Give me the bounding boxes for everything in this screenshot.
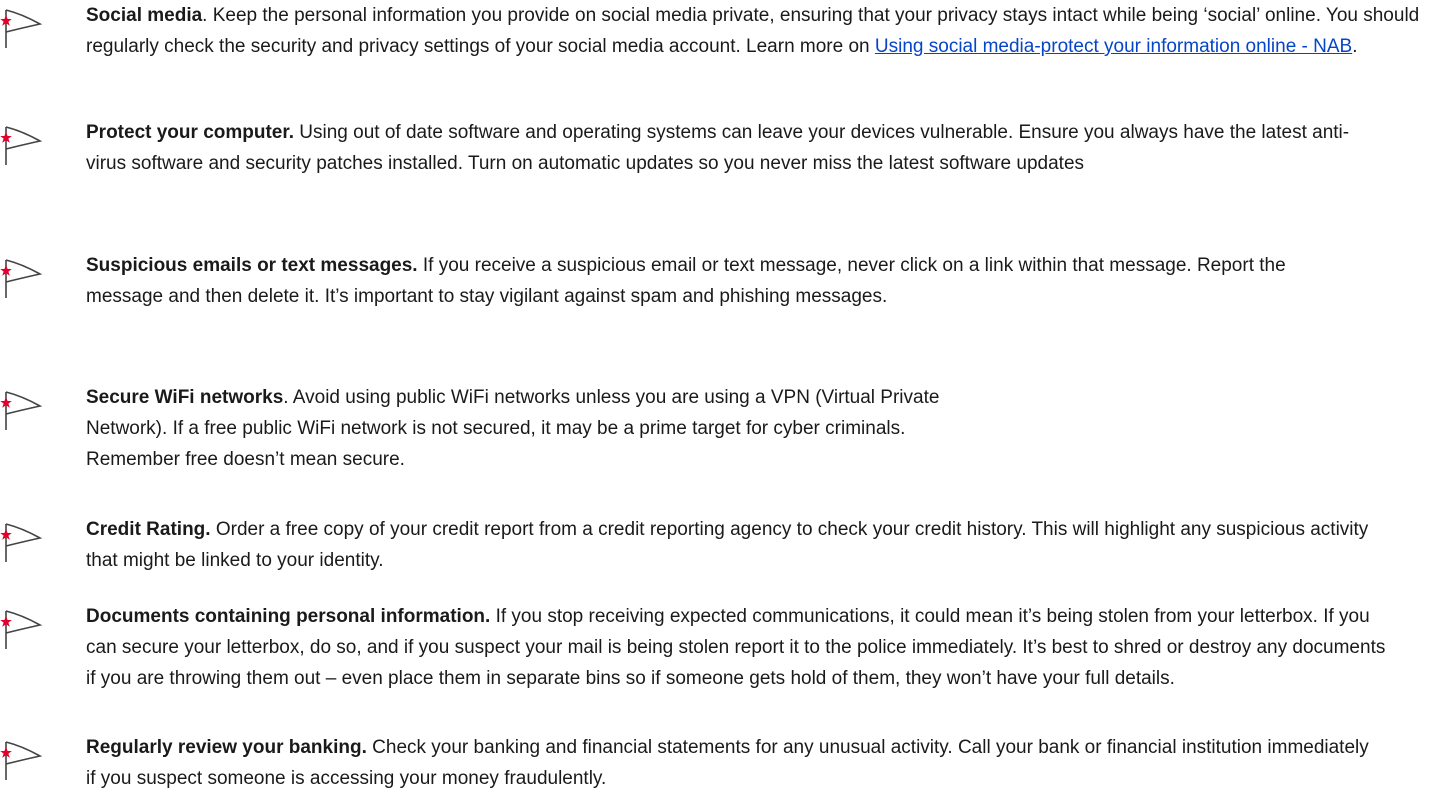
tip-social-media: Social media. Keep the personal informat… — [0, 0, 1441, 62]
tip-line: Network). If a free public WiFi network … — [86, 418, 906, 439]
tip-body: Order a free copy of your credit report … — [86, 519, 1369, 571]
tip-title: Documents containing personal informatio… — [86, 606, 491, 627]
nab-star-flag-icon — [0, 9, 43, 48]
tip-title: Credit Rating. — [86, 519, 211, 540]
tip-title: Regularly review your banking. — [86, 737, 367, 758]
nab-star-flag-icon — [0, 610, 43, 649]
tip-title: Protect your computer. — [86, 122, 294, 143]
tip-personal-documents: Documents containing personal informatio… — [0, 601, 1400, 694]
tip-review-banking: Regularly review your banking. Check you… — [0, 732, 1370, 794]
tip-text: Secure WiFi networks. Avoid using public… — [86, 382, 1400, 475]
tip-title: Suspicious emails or text messages. — [86, 255, 418, 276]
tip-line: Secure WiFi networks. Avoid using public… — [86, 382, 1400, 413]
nab-star-flag-icon — [0, 523, 43, 562]
tip-text: Regularly review your banking. Check you… — [86, 732, 1370, 794]
tip-text: Suspicious emails or text messages. If y… — [86, 250, 1340, 312]
tip-secure-wifi: Secure WiFi networks. Avoid using public… — [0, 382, 1400, 475]
tip-protect-computer: Protect your computer. Using out of date… — [0, 117, 1370, 179]
tip-text: Social media. Keep the personal informat… — [86, 0, 1435, 62]
tip-body-line: Avoid using public WiFi networks unless … — [288, 387, 940, 408]
tip-after-link: . — [1352, 36, 1358, 57]
tip-credit-rating: Credit Rating. Order a free copy of your… — [0, 514, 1370, 576]
tip-title: Social media — [86, 5, 203, 26]
nab-star-flag-icon — [0, 126, 43, 165]
tip-text: Protect your computer. Using out of date… — [86, 117, 1370, 179]
nab-social-media-link[interactable]: Using social media-protect your informat… — [875, 36, 1352, 57]
nab-star-flag-icon — [0, 741, 43, 780]
nab-star-flag-icon — [0, 259, 43, 298]
tip-line: Remember free doesn’t mean secure. — [86, 449, 405, 470]
nab-star-flag-icon — [0, 391, 43, 430]
tip-text: Documents containing personal informatio… — [86, 601, 1400, 694]
tip-title: Secure WiFi networks — [86, 387, 284, 408]
tip-suspicious-messages: Suspicious emails or text messages. If y… — [0, 250, 1340, 312]
tip-text: Credit Rating. Order a free copy of your… — [86, 514, 1370, 576]
